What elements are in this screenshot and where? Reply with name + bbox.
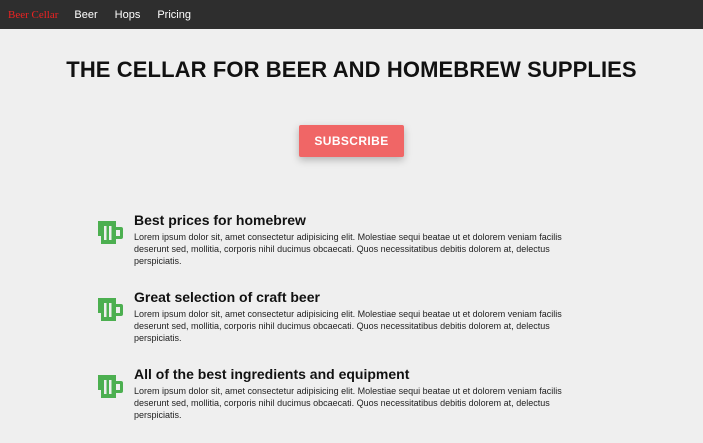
feature-item: All of the best ingredients and equipmen…	[96, 366, 596, 443]
features-list: Best prices for homebrew Lorem ipsum dol…	[96, 212, 596, 443]
feature-item: Best prices for homebrew Lorem ipsum dol…	[96, 212, 596, 289]
hero-title: THE CELLAR FOR BEER AND HOMEBREW SUPPLIE…	[66, 57, 637, 82]
feature-description: Lorem ipsum dolor sit, amet consectetur …	[134, 309, 562, 343]
feature-title: Best prices for homebrew	[134, 212, 306, 228]
feature-body: All of the best ingredients and equipmen…	[134, 366, 596, 443]
beer-mug-icon	[96, 212, 134, 289]
feature-title: All of the best ingredients and equipmen…	[134, 366, 410, 382]
nav-link-beer[interactable]: Beer	[74, 9, 97, 21]
feature-description: Lorem ipsum dolor sit, amet consectetur …	[134, 386, 562, 420]
beer-mug-icon	[96, 366, 134, 443]
feature-item: Great selection of craft beer Lorem ipsu…	[96, 289, 596, 366]
feature-title: Great selection of craft beer	[134, 289, 320, 305]
nav-link-hops[interactable]: Hops	[115, 9, 141, 21]
subscribe-container: SUBSCRIBE	[0, 125, 703, 157]
top-navbar: Beer Cellar Beer Hops Pricing	[0, 0, 703, 29]
feature-body: Great selection of craft beer Lorem ipsu…	[134, 289, 596, 366]
beer-mug-icon	[96, 289, 134, 366]
subscribe-button[interactable]: SUBSCRIBE	[299, 125, 404, 157]
feature-description: Lorem ipsum dolor sit, amet consectetur …	[134, 232, 562, 266]
nav-link-pricing[interactable]: Pricing	[157, 9, 191, 21]
brand-link[interactable]: Beer Cellar	[8, 9, 58, 21]
feature-body: Best prices for homebrew Lorem ipsum dol…	[134, 212, 596, 289]
